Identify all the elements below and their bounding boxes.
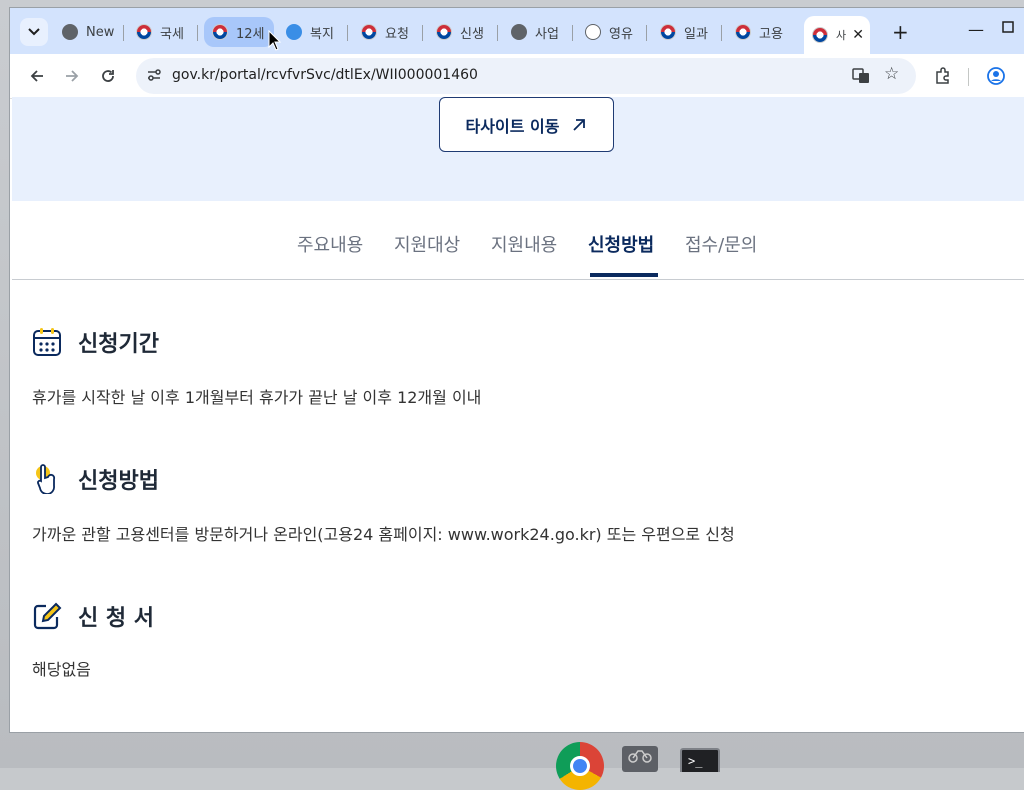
tab-search-button[interactable] bbox=[20, 18, 48, 46]
chrome-icon bbox=[62, 24, 78, 40]
tab-main-content[interactable]: 주요내용 bbox=[297, 231, 363, 257]
section-text-form: 해당없음 bbox=[32, 660, 91, 679]
browser-tab[interactable]: 고용 bbox=[727, 17, 797, 47]
reload-button[interactable] bbox=[94, 62, 122, 90]
terminal-taskbar-icon[interactable]: >_ bbox=[680, 748, 720, 772]
tab-support-details[interactable]: 지원내용 bbox=[491, 231, 557, 257]
external-site-button[interactable]: 타사이트 이동 bbox=[439, 97, 614, 152]
close-tab-icon[interactable]: ✕ bbox=[852, 27, 864, 43]
tab-title: 복지 bbox=[310, 26, 334, 42]
bookmark-star-icon[interactable]: ☆ bbox=[884, 64, 899, 84]
minimize-button[interactable]: — bbox=[968, 20, 984, 39]
active-tab-indicator bbox=[590, 273, 658, 277]
browser-tab[interactable]: 12세 bbox=[204, 17, 274, 47]
pointer-hand-icon bbox=[36, 464, 56, 494]
section-title-form: 신 청 서 bbox=[78, 606, 155, 631]
browser-tab[interactable]: 사업 bbox=[503, 17, 573, 47]
chrome-taskbar-icon[interactable] bbox=[556, 742, 604, 790]
korea-gov-icon bbox=[361, 24, 377, 40]
korea-gov-icon bbox=[136, 24, 152, 40]
browser-toolbar: gov.kr/portal/rcvfvrSvc/dtlEx/WII0000014… bbox=[10, 54, 1024, 99]
photos-taskbar-icon[interactable] bbox=[622, 746, 658, 772]
chevron-down-icon bbox=[28, 28, 40, 36]
back-arrow-icon bbox=[30, 70, 43, 82]
browser-window: New 국세 12세 복지 요청 신생 사업 영유 일과 고용 사 ✕ + — … bbox=[10, 8, 1024, 732]
section-title-period: 신청기간 bbox=[78, 332, 159, 357]
goodwill-icon bbox=[585, 24, 601, 40]
content-tabs: 주요내용 지원대상 지원내용 신청방법 접수/문의 bbox=[12, 201, 1024, 280]
bokji-icon bbox=[286, 24, 302, 40]
reload-icon bbox=[102, 70, 114, 82]
tab-title: 고용 bbox=[759, 26, 783, 42]
edit-icon bbox=[33, 602, 62, 630]
browser-tab[interactable]: 복지 bbox=[278, 17, 348, 47]
browser-tab[interactable]: 요청 bbox=[353, 17, 423, 47]
section-text-period: 휴가를 시작한 날 이후 1개월부터 휴가가 끝난 날 이후 12개월 이내 bbox=[32, 388, 482, 407]
browser-tab-active[interactable]: 사 ✕ bbox=[804, 16, 870, 54]
calendar-icon bbox=[33, 328, 61, 356]
profile-icon bbox=[987, 67, 1005, 85]
browser-tab[interactable]: 신생 bbox=[428, 17, 498, 47]
browser-tab[interactable]: New bbox=[54, 17, 124, 47]
tab-contact[interactable]: 접수/문의 bbox=[685, 231, 757, 257]
address-bar[interactable]: gov.kr/portal/rcvfvrSvc/dtlEx/WII0000014… bbox=[136, 58, 916, 94]
arrow-up-right-icon bbox=[573, 118, 586, 131]
tab-eligibility[interactable]: 지원대상 bbox=[394, 231, 460, 257]
puzzle-icon bbox=[936, 67, 949, 84]
new-tab-button[interactable]: + bbox=[892, 20, 909, 44]
browser-tab[interactable]: 국세 bbox=[128, 17, 198, 47]
tab-strip: New 국세 12세 복지 요청 신생 사업 영유 일과 고용 사 ✕ + — bbox=[10, 8, 1024, 54]
forward-button[interactable] bbox=[58, 62, 86, 90]
tab-title: 국세 bbox=[160, 26, 184, 42]
profile-button[interactable] bbox=[982, 62, 1010, 90]
korea-gov-icon bbox=[212, 24, 228, 40]
section-title-method: 신청방법 bbox=[78, 469, 159, 494]
tab-title: 일과 bbox=[684, 26, 708, 42]
translate-icon[interactable] bbox=[852, 67, 870, 89]
maximize-icon bbox=[1002, 21, 1014, 33]
maximize-button[interactable] bbox=[1002, 18, 1014, 37]
globe-icon bbox=[511, 24, 527, 40]
terminal-label: >_ bbox=[688, 754, 703, 768]
extensions-button[interactable] bbox=[929, 62, 957, 90]
browser-tab[interactable]: 영유 bbox=[577, 17, 647, 47]
browser-tab[interactable]: 일과 bbox=[652, 17, 722, 47]
tab-title: 사 bbox=[836, 29, 847, 42]
hero-band: 타사이트 이동 bbox=[12, 97, 1024, 201]
page-content: 타사이트 이동 주요내용 지원대상 지원내용 신청방법 접수/문의 신청기간 휴… bbox=[12, 97, 1024, 732]
tab-title: 요청 bbox=[385, 26, 409, 42]
mouse-cursor-icon bbox=[268, 30, 282, 51]
tab-how-to-apply[interactable]: 신청방법 bbox=[588, 231, 654, 257]
site-info-icon[interactable] bbox=[146, 67, 164, 85]
tab-title: 신생 bbox=[460, 26, 484, 42]
external-site-label: 타사이트 이동 bbox=[465, 116, 560, 136]
korea-gov-icon bbox=[436, 24, 452, 40]
tab-title: New bbox=[86, 24, 115, 40]
tab-title: 사업 bbox=[535, 26, 559, 42]
korea-gov-icon bbox=[812, 27, 828, 43]
section-text-method: 가까운 관할 고용센터를 방문하거나 온라인(고용24 홈페이지: www.wo… bbox=[32, 525, 735, 544]
back-button[interactable] bbox=[23, 62, 51, 90]
url-text: gov.kr/portal/rcvfvrSvc/dtlEx/WII0000014… bbox=[172, 67, 478, 83]
tab-title: 12세 bbox=[236, 26, 265, 42]
forward-arrow-icon bbox=[66, 70, 79, 82]
korea-gov-icon bbox=[660, 24, 676, 40]
tab-title: 영유 bbox=[609, 26, 633, 42]
taskbar bbox=[0, 732, 1024, 768]
korea-gov-icon bbox=[735, 24, 751, 40]
